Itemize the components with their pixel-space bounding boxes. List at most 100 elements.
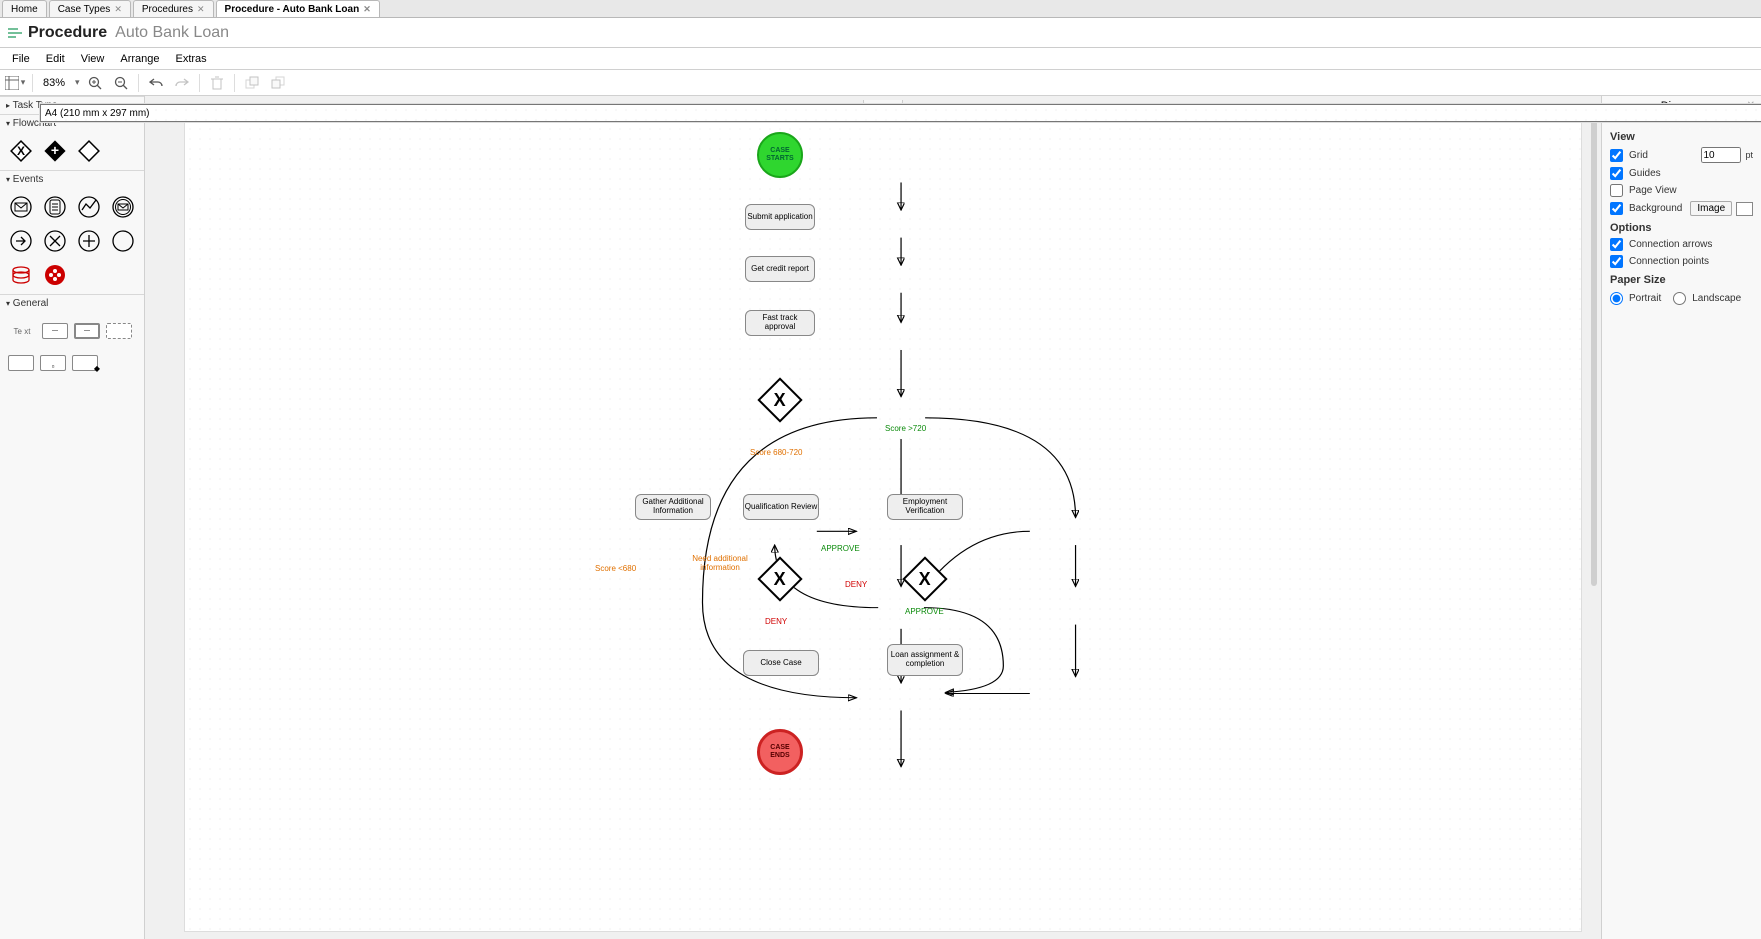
node-gather-additional-info[interactable]: Gather Additional Information [635,494,711,520]
node-case-ends[interactable]: CASE ENDS [757,729,803,775]
close-icon[interactable]: ✕ [363,4,371,15]
separator [199,74,200,92]
shape-gateway-empty[interactable] [76,138,102,164]
node-close-case[interactable]: Close Case [743,650,819,676]
edge-label-score-gt-720: Score >720 [885,424,926,433]
zoom-in-button[interactable] [84,72,106,94]
separator [234,74,235,92]
menu-bar: File Edit View Arrange Extras [0,48,1761,70]
shape-text[interactable]: Te xt [8,318,36,344]
background-label: Background [1629,203,1682,214]
node-loan-assignment[interactable]: Loan assignment & completion [887,644,963,676]
chevron-down-icon[interactable]: ▾ [75,77,80,88]
edge-label-deny-1: DENY [845,580,867,589]
landscape-radio[interactable] [1673,292,1686,305]
diagram-paper[interactable]: CASE STARTS Submit application Get credi… [185,104,1581,931]
node-qualification-review[interactable]: Qualification Review [743,494,819,520]
zoom-value[interactable]: 83% [39,77,69,89]
menu-edit[interactable]: Edit [38,51,73,67]
background-image-button[interactable]: Image [1690,201,1732,216]
grid-label: Grid [1629,150,1648,161]
tab-label: Case Types [58,4,111,15]
redo-button[interactable] [171,72,193,94]
edge-label-score-680-720: Score 680-720 [750,448,802,457]
tab-home[interactable]: Home [2,0,47,17]
page-kind: Procedure [28,24,107,42]
node-submit-application[interactable]: Submit application [745,204,815,230]
node-get-credit-report[interactable]: Get credit report [745,256,815,282]
layout-picker-button[interactable]: ▾ [4,72,26,94]
background-checkbox[interactable] [1610,202,1623,215]
pageview-label: Page View [1629,185,1677,196]
conn-points-checkbox[interactable] [1610,255,1623,268]
edges-layer [185,104,1581,931]
shape-event-timer[interactable] [42,194,68,220]
shape-event-cancel[interactable] [42,228,68,254]
conn-arrows-label: Connection arrows [1629,239,1712,250]
shape-box4[interactable] [8,350,34,376]
edge-label-approve-2: APPROVE [905,607,944,616]
shape-gateway-plus[interactable]: + [42,138,68,164]
background-color-swatch[interactable] [1736,202,1753,216]
tab-procedures[interactable]: Procedures ✕ [133,0,214,17]
portrait-radio[interactable] [1610,292,1623,305]
paper-size-select[interactable]: A4 (210 mm x 297 mm) [40,104,1761,122]
view-group: View [1610,131,1753,143]
grid-checkbox[interactable] [1610,149,1623,162]
to-back-button[interactable] [267,72,289,94]
shape-event-multi[interactable] [42,262,68,288]
delete-button[interactable] [206,72,228,94]
svg-text:+: + [51,142,59,158]
shape-box2[interactable]: — [74,318,100,344]
shape-box1[interactable]: — [42,318,68,344]
edge-label-score-lt-680: Score <680 [595,564,636,573]
vertical-scrollbar[interactable] [1591,106,1597,586]
menu-arrange[interactable]: Arrange [112,51,167,67]
shape-event-signal[interactable] [76,194,102,220]
menu-file[interactable]: File [4,51,38,67]
title-bar: Procedure Auto Bank Loan [0,18,1761,48]
shape-event-plus[interactable] [76,228,102,254]
node-case-starts[interactable]: CASE STARTS [757,132,803,178]
tab-label: Procedures [142,4,193,15]
grid-size-input[interactable] [1701,147,1741,163]
page-title: Auto Bank Loan [115,24,229,42]
close-icon[interactable]: ✕ [197,4,205,15]
node-gateway-score[interactable]: X [757,377,802,422]
shape-event-db[interactable] [8,262,34,288]
menu-extras[interactable]: Extras [168,51,215,67]
section-general[interactable]: ▾ General [0,295,144,312]
section-events[interactable]: ▾ Events [0,171,144,188]
tab-strip: Home Case Types✕ Procedures✕ Procedure -… [0,0,1761,18]
tab-label: Procedure - Auto Bank Loan [225,4,360,15]
shape-event-none[interactable] [110,228,136,254]
separator [32,74,33,92]
zoom-out-button[interactable] [110,72,132,94]
shape-event-message2[interactable] [110,194,136,220]
grid-unit: pt [1745,150,1753,160]
edge-label-need-info: Need additional information [685,554,755,572]
shape-box5[interactable]: ▫ [40,350,66,376]
node-fast-track-approval[interactable]: Fast track approval [745,310,815,336]
portrait-label: Portrait [1629,293,1661,304]
shape-event-message[interactable] [8,194,34,220]
workspace: ▸ Task Type ▾ Flowchart X + ▾ Events [0,96,1761,939]
guides-label: Guides [1629,168,1661,179]
shape-box3[interactable] [106,318,132,344]
canvas[interactable]: CASE STARTS Submit application Get credi… [145,96,1601,939]
node-employment-verification[interactable]: Employment Verification [887,494,963,520]
undo-button[interactable] [145,72,167,94]
tab-procedure-auto-bank-loan[interactable]: Procedure - Auto Bank Loan✕ [216,0,380,17]
close-icon[interactable]: ✕ [114,4,122,15]
guides-checkbox[interactable] [1610,167,1623,180]
node-gateway-emp[interactable]: X [902,556,947,601]
conn-arrows-checkbox[interactable] [1610,238,1623,251]
menu-view[interactable]: View [73,51,113,67]
pageview-checkbox[interactable] [1610,184,1623,197]
node-gateway-review[interactable]: X [757,556,802,601]
shape-event-link[interactable] [8,228,34,254]
to-front-button[interactable] [241,72,263,94]
shape-gateway-x[interactable]: X [8,138,34,164]
shape-box6[interactable]: ◆ [72,350,98,376]
tab-case-types[interactable]: Case Types✕ [49,0,131,17]
